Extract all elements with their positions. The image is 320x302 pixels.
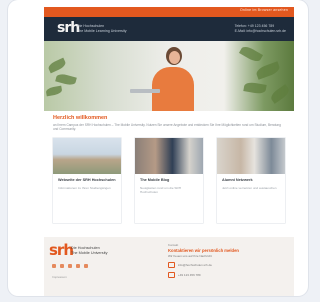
tile-blog[interactable]: The Mobile Blog Neuigkeiten rund um die … — [135, 138, 203, 223]
top-bar: Online im Browser ansehen — [44, 7, 294, 17]
imprint-link[interactable]: Impressum — [52, 275, 67, 279]
contact-label: Kontakt — [168, 243, 179, 247]
plant-leaf — [46, 57, 68, 74]
footer-email[interactable]: info@hochschulen.srh.de — [178, 263, 212, 267]
email-header: srh Die Hochschulen The Mobile Learning … — [44, 17, 294, 41]
mail-icon — [168, 262, 175, 268]
link-tiles: Webseite der SRH Hochschulen Information… — [53, 138, 285, 226]
tile-alumni[interactable]: Alumni Netzwerk Jetzt online vernetzen u… — [217, 138, 285, 223]
tile-title: Webseite der SRH Hochschulen — [58, 178, 116, 182]
social-links — [52, 264, 88, 268]
tile-title: The Mobile Blog — [140, 178, 170, 182]
plant-leaf — [243, 81, 267, 95]
view-in-browser-link[interactable]: Online im Browser ansehen — [240, 8, 288, 12]
xing-icon[interactable] — [84, 264, 88, 268]
footer-email-row[interactable]: info@hochschulen.srh.de — [168, 262, 288, 268]
blog-image — [135, 138, 203, 174]
tile-text: Neuigkeiten rund um die SRH Hochschulen — [140, 186, 181, 194]
email-footer: srh Die Hochschulen The Mobile Universit… — [44, 237, 294, 296]
logo-line-2: The Mobile Learning University — [77, 28, 127, 33]
header-email[interactable]: E-Mail: info@hochschulen.srh.de — [235, 29, 286, 34]
footer-logo-tagline: Die Hochschulen The Mobile University — [71, 246, 108, 256]
laptop — [130, 89, 160, 93]
plant-leaf — [254, 61, 282, 80]
instagram-icon[interactable] — [60, 264, 64, 268]
campus-image — [53, 138, 121, 174]
facebook-icon[interactable] — [52, 264, 56, 268]
tile-text: Jetzt online vernetzen und austauschen — [222, 186, 277, 190]
tile-title: Alumni Netzwerk — [222, 178, 253, 182]
logo-tagline: Die Hochschulen The Mobile Learning Univ… — [77, 24, 127, 33]
plant-leaf — [55, 72, 77, 87]
footer-srh-logo[interactable]: srh — [49, 243, 74, 258]
welcome-section: Herzlich willkommen an Ihrem Campus der … — [44, 111, 294, 132]
alumni-image — [217, 138, 285, 174]
linkedin-icon[interactable] — [68, 264, 72, 268]
youtube-icon[interactable] — [76, 264, 80, 268]
footer-contact: Kontakt Kontaktieren wir persönlich meld… — [168, 243, 288, 278]
plant-leaf — [238, 44, 264, 64]
email-template: Online im Browser ansehen srh Die Hochsc… — [44, 7, 294, 296]
plant-leaf — [268, 84, 292, 104]
tile-text: Informationen zu Ihren Studiengängen — [58, 186, 111, 190]
hero-image — [44, 41, 294, 111]
email-preview-card: Online im Browser ansehen srh Die Hochsc… — [8, 0, 308, 296]
header-contact: Telefon: +49 123 456 789 E-Mail: info@ho… — [235, 24, 286, 33]
footer-phone-row[interactable]: +49 123 456 789 — [168, 272, 288, 278]
srh-logo[interactable]: srh — [57, 21, 80, 35]
footer-phone[interactable]: +49 123 456 789 — [178, 273, 201, 277]
phone-icon — [168, 272, 175, 278]
welcome-text: an Ihrem Campus der SRH Hochschulen – Th… — [53, 123, 281, 132]
plant-leaf — [45, 85, 63, 97]
footer-logo-line-2: The Mobile University — [71, 250, 108, 255]
contact-subtitle: Wir freuen uns auf Ihre Nachricht — [168, 254, 213, 258]
contact-title: Kontaktieren wir persönlich melden — [168, 248, 239, 253]
welcome-title: Herzlich willkommen — [53, 115, 108, 121]
tile-website[interactable]: Webseite der SRH Hochschulen Information… — [53, 138, 121, 223]
person-face — [169, 51, 180, 64]
